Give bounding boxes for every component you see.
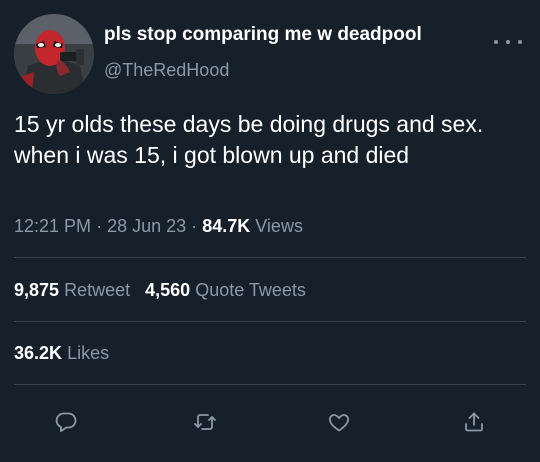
avatar[interactable] (14, 14, 94, 94)
quote-tweets-stat[interactable]: 4,560 Quote Tweets (145, 280, 306, 300)
divider (14, 384, 526, 385)
engagement-stats: 9,875 Retweet 4,560 Quote Tweets (14, 280, 306, 301)
likes-stat[interactable]: 36.2K Likes (14, 343, 109, 364)
tweet-time[interactable]: 12:21 PM (14, 216, 91, 236)
meta-separator: · (191, 216, 198, 236)
retweet-button[interactable] (187, 404, 223, 440)
avatar-image (14, 14, 94, 94)
more-horizontal-icon (494, 40, 498, 44)
tweet-metadata: 12:21 PM · 28 Jun 23 · 84.7K Views (14, 216, 303, 237)
retweets-label: Retweet (64, 280, 131, 300)
like-button[interactable] (321, 404, 357, 440)
quote-tweets-count: 4,560 (145, 280, 191, 300)
meta-separator: · (96, 216, 103, 236)
author-display-name[interactable]: pls stop comparing me w deadpool (104, 24, 422, 46)
share-icon (465, 412, 483, 432)
reply-icon (55, 412, 77, 432)
more-options-button[interactable] (494, 34, 522, 50)
views-label[interactable]: Views (255, 216, 303, 236)
action-bar (0, 404, 540, 444)
reply-button[interactable] (48, 404, 84, 440)
retweet-icon (194, 414, 216, 430)
tweet-text: 15 yr olds these days be doing drugs and… (14, 111, 484, 168)
author-handle[interactable]: @TheRedHood (104, 60, 229, 81)
divider (14, 257, 526, 258)
tweet-date[interactable]: 28 Jun 23 (107, 216, 186, 236)
share-button[interactable] (456, 404, 492, 440)
likes-label: Likes (67, 343, 110, 363)
like-icon (328, 414, 350, 432)
more-horizontal-icon-dot (506, 40, 510, 44)
divider (14, 321, 526, 322)
quote-tweets-label: Quote Tweets (195, 280, 306, 300)
likes-count: 36.2K (14, 343, 63, 363)
retweets-count: 9,875 (14, 280, 60, 300)
more-horizontal-icon-dot (518, 40, 522, 44)
views-count[interactable]: 84.7K (202, 216, 250, 236)
retweets-stat[interactable]: 9,875 Retweet (14, 280, 130, 300)
tweet-detail: pls stop comparing me w deadpool @TheRed… (0, 0, 540, 462)
